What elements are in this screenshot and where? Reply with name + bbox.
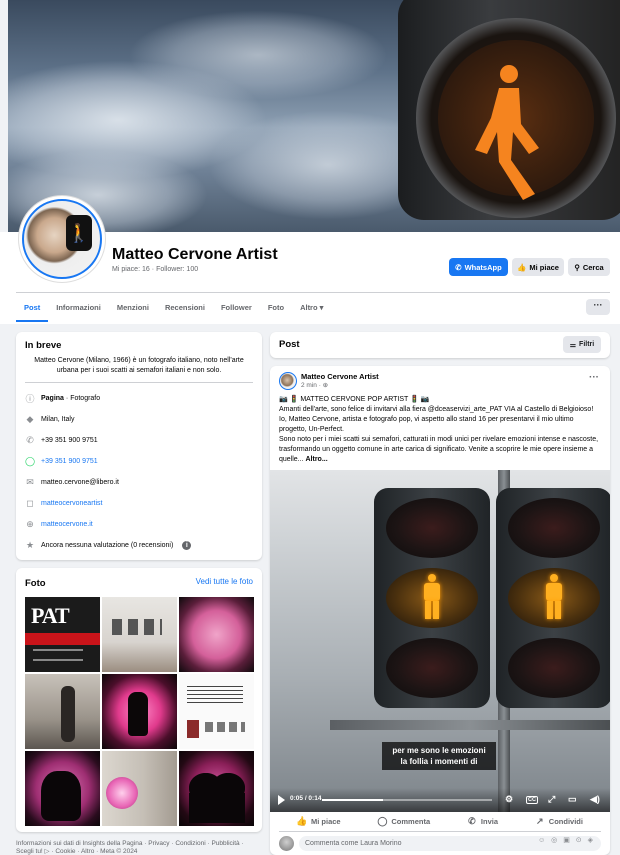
tab-menzioni[interactable]: Menzioni: [109, 296, 157, 322]
profile-avatar[interactable]: 🚶: [19, 196, 105, 282]
intro-instagram[interactable]: ◻ matteocervoneartist: [25, 498, 102, 508]
comment-tool-icons[interactable]: ☺ ◎ ▣ ⊙ ◈: [538, 836, 595, 844]
pip-icon[interactable]: ▭: [568, 794, 577, 805]
video-progress-bar[interactable]: [322, 799, 492, 801]
cover-photo[interactable]: [8, 0, 620, 232]
traffic-signal-right: [496, 488, 610, 708]
intro-whatsapp[interactable]: ◯ +39 351 900 9751: [25, 456, 98, 466]
instagram-icon: ◻: [26, 497, 34, 508]
tab-informazioni[interactable]: Informazioni: [48, 296, 109, 322]
photo-thumbnail[interactable]: [25, 674, 100, 749]
comment-icon: ◯: [377, 815, 388, 826]
photo-thumbnail[interactable]: [102, 751, 177, 826]
settings-icon[interactable]: ⚙: [505, 794, 513, 805]
post-video[interactable]: per me sono le emozioni la follia i mome…: [270, 470, 610, 812]
intro-location: ◆ Milan, Italy: [26, 413, 75, 424]
send-whatsapp-button[interactable]: ✆ Invia: [467, 816, 498, 826]
star-icon: ★: [25, 539, 35, 550]
post-text: 📷 🚦 MATTEO CERVONE POP ARTIST 🚦 📷 Amanti…: [279, 396, 599, 463]
video-progress-fill: [322, 799, 384, 801]
tab-foto[interactable]: Foto: [260, 296, 292, 322]
page-footer[interactable]: Informazioni sui dati di Insights della …: [16, 840, 262, 855]
share-button[interactable]: ↗ Condividi: [535, 816, 583, 826]
more-options-button[interactable]: ···: [586, 299, 610, 315]
email-icon: ✉: [26, 476, 34, 487]
like-post-button[interactable]: 👍 Mi piace: [296, 815, 340, 826]
video-controls: 0:05 / 0:14 ⚙ CC ⤢ ▭ ◀): [270, 788, 610, 812]
tab-recensioni[interactable]: Recensioni: [157, 296, 213, 322]
photos-card: Foto Vedi tutte le foto PAT: [16, 568, 262, 832]
tab-follower[interactable]: Follower: [213, 296, 260, 322]
whatsapp-icon: ✆: [455, 262, 462, 272]
see-more-link[interactable]: Altro...: [305, 456, 327, 463]
post-actions: 👍 Mi piace ◯ Commenta ✆ Invia ↗ Condividi: [279, 813, 601, 829]
traffic-signal-left: [374, 488, 490, 708]
thumbs-up-icon: 👍: [296, 815, 308, 826]
photo-thumbnail[interactable]: [179, 597, 254, 672]
intro-phone: ✆ +39 351 900 9751: [26, 434, 98, 445]
photo-grid: PAT: [25, 597, 254, 826]
photo-thumbnail[interactable]: [179, 674, 254, 749]
rating-info-icon[interactable]: i: [182, 540, 192, 550]
info-icon: ⓘ: [25, 393, 35, 404]
likes-count[interactable]: Mi piace: 16: [112, 266, 150, 273]
posts-header: Post ⚌ Filtri: [270, 332, 610, 358]
header-divider: [16, 292, 610, 293]
photo-thumbnail[interactable]: [102, 597, 177, 672]
filter-button[interactable]: ⚌ Filtri: [563, 336, 601, 353]
tab-altro[interactable]: Altro ▾: [292, 296, 331, 322]
comment-button[interactable]: ◯ Commenta: [377, 816, 430, 826]
walking-man-icon: [475, 65, 539, 200]
search-button[interactable]: ⚲ Cerca: [568, 258, 610, 276]
tab-post[interactable]: Post: [16, 296, 49, 322]
thumbs-up-icon: 👍: [517, 262, 527, 272]
photo-thumbnail[interactable]: [102, 674, 177, 749]
intro-bio: Matteo Cervone (Milano, 1966) è un fotog…: [34, 357, 244, 374]
intro-card: In breve Matteo Cervone (Milano, 1966) è…: [16, 332, 262, 560]
post-author[interactable]: Matteo Cervone Artist: [301, 372, 379, 381]
video-subtitle: per me sono le emozioni la follia i mome…: [382, 742, 496, 770]
like-button[interactable]: 👍 Mi piace: [512, 258, 564, 276]
profile-tabs: Post Informazioni Menzioni Recensioni Fo…: [16, 296, 331, 322]
volume-icon[interactable]: ◀): [590, 794, 600, 805]
followers-count[interactable]: Follower: 100: [156, 266, 198, 273]
play-icon[interactable]: [278, 795, 285, 805]
walking-man-icon: [418, 574, 446, 622]
sliders-icon: ⚌: [569, 341, 577, 349]
posts-title: Post: [279, 339, 300, 350]
globe-icon: ⊕: [26, 518, 34, 529]
whatsapp-button[interactable]: ✆ WhatsApp: [449, 258, 508, 276]
whatsapp-icon: ◯: [24, 455, 36, 466]
whatsapp-icon: ✆: [468, 815, 476, 826]
photos-title: Foto: [25, 578, 46, 589]
search-icon: ⚲: [574, 262, 580, 272]
chevron-down-icon: ▾: [319, 303, 324, 312]
post-author-avatar[interactable]: [279, 372, 297, 390]
page-title: Matteo Cervone Artist: [112, 246, 278, 263]
intro-website[interactable]: ⊕ matteocervone.it: [25, 519, 93, 529]
photo-thumbnail[interactable]: PAT: [25, 597, 100, 672]
captions-icon[interactable]: CC: [526, 796, 538, 804]
intro-email: ✉ matteo.cervone@libero.it: [26, 476, 119, 487]
post-card: Matteo Cervone Artist 2 min · ⊕ ··· 📷 🚦 …: [270, 366, 610, 855]
video-time: 0:05 / 0:14: [290, 795, 322, 802]
post-timestamp[interactable]: 2 min · ⊕: [301, 381, 328, 389]
see-all-photos-link[interactable]: Vedi tutte le foto: [196, 577, 253, 586]
commenter-avatar: [279, 836, 294, 851]
photo-thumbnail[interactable]: [179, 751, 254, 826]
walking-man-sign-icon: 🚶: [66, 215, 92, 251]
intro-category: ⓘ Pagina · Fotografo: [25, 393, 101, 404]
comment-composer: Commenta come Laura Morino ☺ ◎ ▣ ⊙ ◈: [279, 836, 601, 852]
location-icon: ◆: [26, 413, 34, 424]
intro-title: In breve: [25, 340, 62, 351]
post-options-icon[interactable]: ···: [589, 372, 599, 383]
photo-thumbnail[interactable]: [25, 751, 100, 826]
share-icon: ↗: [536, 815, 544, 826]
page-stats: Mi piace: 16 · Follower: 100: [112, 266, 199, 273]
intro-rating: ★ Ancora nessuna valutazione (0 recensio…: [25, 539, 192, 550]
walking-man-icon: [540, 574, 568, 622]
expand-icon[interactable]: ⤢: [548, 794, 555, 805]
phone-icon: ✆: [26, 434, 34, 445]
